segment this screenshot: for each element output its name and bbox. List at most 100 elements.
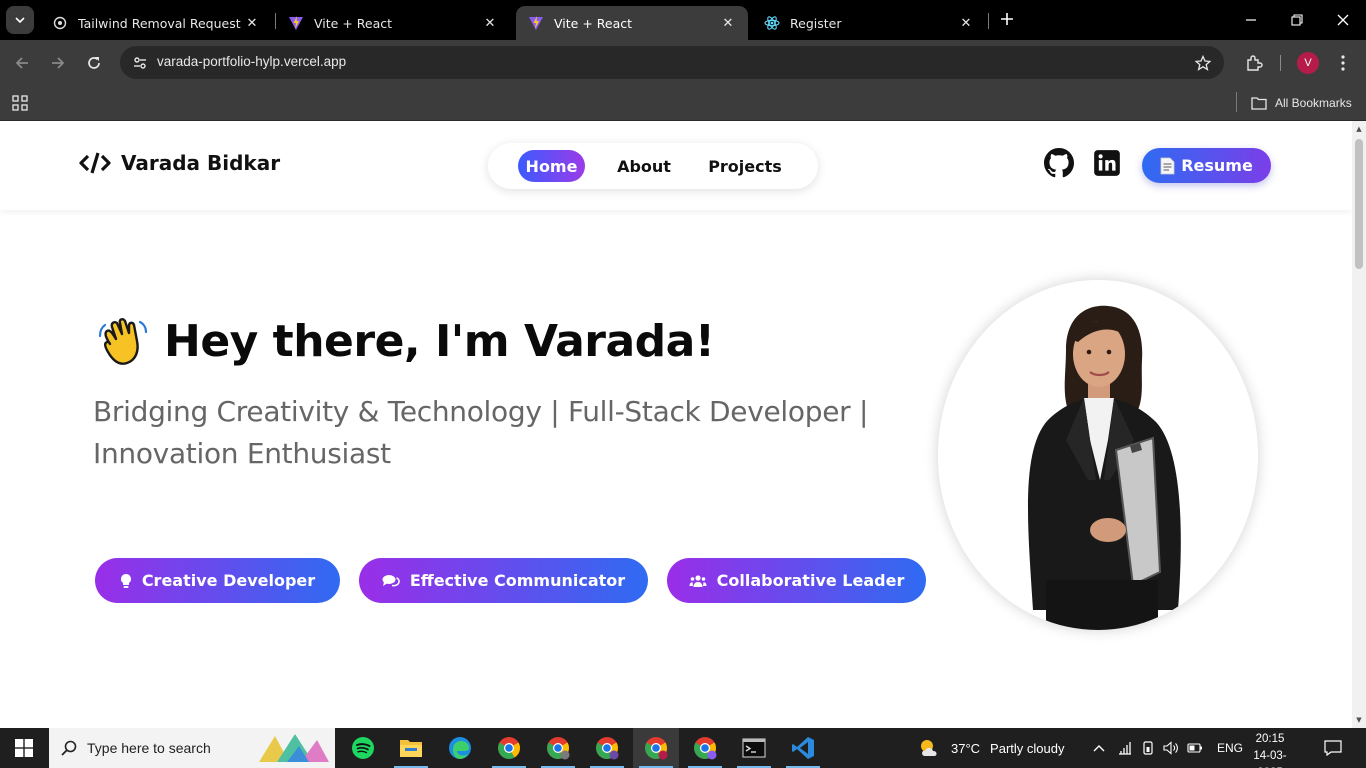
battery-saver-icon[interactable] bbox=[1141, 741, 1155, 755]
scroll-down-arrow[interactable]: ▼ bbox=[1355, 716, 1363, 724]
tab-register[interactable]: Register ✕ bbox=[752, 6, 986, 40]
weather-widget[interactable]: 37°C Partly cloudy bbox=[917, 728, 1064, 768]
document-icon bbox=[1160, 157, 1175, 175]
tab-title: Register bbox=[790, 15, 842, 31]
code-icon bbox=[79, 151, 111, 175]
toolbar-divider bbox=[1280, 55, 1281, 71]
chrome-active-profile-icon[interactable] bbox=[633, 728, 679, 768]
search-highlight-art bbox=[257, 732, 331, 768]
resume-label: Resume bbox=[1181, 156, 1253, 175]
brand-name: Varada Bidkar bbox=[121, 151, 281, 175]
reload-button[interactable] bbox=[81, 50, 107, 76]
close-icon bbox=[1337, 14, 1349, 26]
url-text[interactable]: varada-portfolio-hylp.vercel.app bbox=[157, 54, 346, 69]
comments-icon bbox=[382, 574, 400, 588]
profile-photo bbox=[938, 280, 1258, 630]
react-icon bbox=[764, 15, 780, 31]
tab-search-dropdown[interactable] bbox=[6, 6, 34, 34]
close-icon[interactable]: ✕ bbox=[720, 15, 736, 31]
plus-icon bbox=[1001, 13, 1013, 25]
bookmarks-bar: All Bookmarks bbox=[0, 86, 1366, 121]
arrow-left-icon bbox=[15, 57, 28, 69]
windows-taskbar: Type here to search 37°C Partly cloudy E… bbox=[0, 728, 1366, 768]
back-button[interactable] bbox=[9, 50, 35, 76]
spotify-icon[interactable] bbox=[340, 728, 386, 768]
power-plug-icon[interactable] bbox=[1187, 742, 1203, 754]
badge-label: Collaborative Leader bbox=[716, 571, 905, 590]
chrome-icon[interactable] bbox=[486, 728, 532, 768]
close-icon[interactable]: ✕ bbox=[482, 15, 498, 31]
vite-icon bbox=[528, 15, 544, 31]
hero-subtitle: Bridging Creativity & Technology | Full-… bbox=[93, 395, 869, 470]
chrome-profile-icon[interactable] bbox=[682, 728, 728, 768]
tab-title: Tailwind Removal Request bbox=[78, 15, 241, 31]
minimize-button[interactable] bbox=[1239, 8, 1263, 32]
new-tab-button[interactable] bbox=[996, 8, 1018, 30]
tab-vite-react-2[interactable]: Vite + React ✕ bbox=[516, 6, 748, 40]
terminal-icon[interactable] bbox=[731, 728, 777, 768]
file-explorer-icon[interactable] bbox=[388, 728, 434, 768]
vite-icon bbox=[288, 15, 304, 31]
page-viewport: Varada Bidkar Home About Projects Resume bbox=[0, 121, 1352, 728]
volume-icon[interactable] bbox=[1163, 741, 1179, 755]
hero-heading: Hey there, I'm Varada! bbox=[96, 314, 715, 368]
nav-about[interactable]: About bbox=[608, 150, 680, 182]
windows-start-button[interactable] bbox=[0, 728, 48, 768]
linkedin-icon[interactable] bbox=[1092, 148, 1122, 178]
vscode-icon[interactable] bbox=[780, 728, 826, 768]
reload-icon bbox=[88, 57, 100, 69]
all-bookmarks-button[interactable]: All Bookmarks bbox=[1251, 92, 1352, 114]
search-placeholder: Type here to search bbox=[87, 740, 211, 756]
close-icon[interactable]: ✕ bbox=[244, 15, 260, 31]
weather-desc: Partly cloudy bbox=[990, 740, 1065, 756]
scrollbar-thumb[interactable] bbox=[1355, 139, 1363, 269]
tab-tailwind-removal[interactable]: Tailwind Removal Request ✕ bbox=[40, 6, 272, 40]
address-bar[interactable]: varada-portfolio-hylp.vercel.app bbox=[120, 46, 1224, 79]
more-menu-icon[interactable] bbox=[1331, 51, 1355, 75]
chrome-profile-icon[interactable] bbox=[535, 728, 581, 768]
scroll-up-arrow[interactable]: ▲ bbox=[1355, 125, 1363, 133]
folder-icon bbox=[1251, 97, 1267, 110]
restore-icon bbox=[1291, 14, 1303, 26]
apps-grid-icon[interactable] bbox=[10, 93, 30, 113]
minimize-icon bbox=[1246, 19, 1256, 21]
main-nav: Home About Projects bbox=[488, 143, 818, 189]
forward-button[interactable] bbox=[45, 50, 71, 76]
chrome-profile-icon[interactable] bbox=[584, 728, 630, 768]
close-icon[interactable]: ✕ bbox=[958, 15, 974, 31]
close-window-button[interactable] bbox=[1331, 8, 1355, 32]
system-tray: ENG bbox=[1091, 728, 1243, 768]
nav-projects[interactable]: Projects bbox=[702, 150, 788, 182]
hero-title: Hey there, I'm Varada! bbox=[164, 315, 715, 367]
site-header: Varada Bidkar Home About Projects Resume bbox=[0, 121, 1352, 210]
bookmark-star-icon[interactable] bbox=[1192, 52, 1214, 74]
tab-title: Vite + React bbox=[314, 15, 393, 31]
taskbar-clock[interactable]: 20:15 14-03-2025 bbox=[1246, 731, 1294, 768]
nav-home[interactable]: Home bbox=[518, 150, 585, 182]
clock-time: 20:15 bbox=[1255, 733, 1285, 745]
resume-button[interactable]: Resume bbox=[1142, 148, 1271, 183]
profile-avatar[interactable]: V bbox=[1297, 52, 1319, 74]
language-indicator[interactable]: ENG bbox=[1217, 741, 1243, 755]
restore-button[interactable] bbox=[1285, 8, 1309, 32]
github-icon[interactable] bbox=[1044, 148, 1074, 178]
tab-title: Vite + React bbox=[554, 15, 633, 31]
weather-temp: 37°C bbox=[951, 740, 981, 756]
tab-vite-react-1[interactable]: Vite + React ✕ bbox=[276, 6, 510, 40]
search-icon bbox=[61, 740, 77, 756]
taskbar-search-box[interactable]: Type here to search bbox=[49, 728, 335, 768]
site-info-icon[interactable] bbox=[128, 51, 152, 75]
extensions-icon[interactable] bbox=[1242, 51, 1266, 75]
edge-icon[interactable] bbox=[437, 728, 483, 768]
page-scrollbar[interactable]: ▲ ▼ bbox=[1352, 121, 1366, 728]
badge-effective-communicator: Effective Communicator bbox=[359, 558, 648, 603]
clock-date: 14-03-2025 bbox=[1253, 750, 1287, 768]
network-icon[interactable] bbox=[1117, 741, 1133, 755]
arrow-right-icon bbox=[52, 57, 65, 69]
notification-center-icon[interactable] bbox=[1310, 728, 1356, 768]
tab-divider bbox=[988, 13, 989, 29]
chevron-up-icon[interactable] bbox=[1091, 744, 1107, 752]
badge-creative-developer: Creative Developer bbox=[95, 558, 340, 603]
windows-logo-icon bbox=[15, 739, 33, 757]
brand-logo[interactable]: Varada Bidkar bbox=[79, 151, 280, 175]
